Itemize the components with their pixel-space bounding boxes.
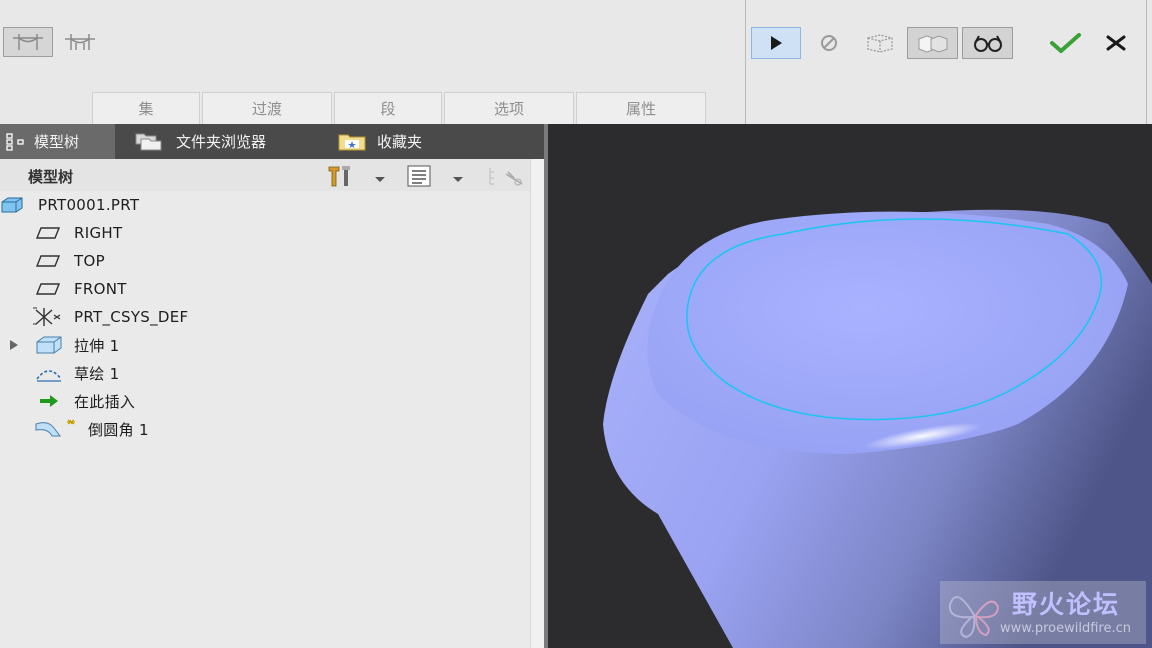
folders-icon	[132, 130, 168, 154]
play-icon	[771, 36, 782, 50]
tree-item-label: TOP	[74, 252, 105, 270]
tree-show-button[interactable]	[404, 163, 438, 189]
tab-favorites[interactable]: 收藏夹	[329, 124, 459, 159]
ribbon: 集 过渡 段 选项 属性	[0, 0, 1152, 124]
chain-rule-button[interactable]	[55, 27, 105, 57]
shaded-cubes-icon	[918, 35, 947, 53]
csys-icon	[32, 306, 64, 328]
tab-favorites-label: 收藏夹	[377, 133, 423, 151]
round-icon	[34, 418, 78, 440]
chain-sheet-icon	[13, 34, 43, 50]
tree-item-label: 在此插入	[74, 392, 136, 411]
tree-item-top[interactable]: TOP	[0, 247, 530, 275]
ribbon-left-group: 集 过渡 段 选项 属性	[0, 0, 745, 124]
datum-plane-icon	[35, 226, 61, 240]
part-icon	[0, 196, 24, 214]
tree-item-round[interactable]: 倒圆角 1	[0, 415, 530, 443]
tree-item-label: PRT_CSYS_DEF	[74, 308, 189, 326]
tree-filter-button[interactable]	[486, 163, 526, 189]
tree-item-label: 草绘 1	[74, 364, 120, 383]
chain-sheet-button[interactable]	[3, 27, 53, 57]
tab-folder-browser[interactable]: 文件夹浏览器	[126, 124, 320, 159]
navigator-tabs: 模型树 文件夹浏览器 收藏夹	[0, 124, 546, 159]
tree-settings-dropdown[interactable]	[374, 172, 386, 188]
wireframe-cube-icon	[867, 34, 893, 53]
butterfly-logo-icon	[948, 596, 1000, 639]
close-icon	[1106, 35, 1126, 51]
model-tree-panel: 模型树 PRT0001.PRT RIGHT TOP FRONT PRT_CSYS…	[0, 159, 544, 648]
chain-rule-icon	[65, 34, 95, 50]
chevron-down-icon	[375, 177, 385, 182]
preview-geometry-button[interactable]	[857, 27, 903, 59]
no-preview-icon	[821, 35, 837, 51]
model-tree-icon	[6, 132, 26, 151]
tree-item-insert-here[interactable]: 在此插入	[0, 387, 530, 415]
tree-item-label: 倒圆角 1	[88, 420, 149, 439]
tree-scrollbar[interactable]	[530, 159, 544, 648]
tab-model-tree-label: 模型树	[34, 133, 80, 151]
tree-item-front[interactable]: FRONT	[0, 275, 530, 303]
tree-header: 模型树	[0, 159, 530, 191]
preview-shaded-button[interactable]	[907, 27, 958, 59]
tree-item-part[interactable]: PRT0001.PRT	[0, 191, 530, 219]
list-document-icon	[407, 165, 431, 187]
ok-button[interactable]	[1042, 27, 1088, 59]
verify-mode-button[interactable]	[962, 27, 1013, 59]
ribbon-edge	[1146, 0, 1147, 124]
ribbon-divider	[745, 0, 746, 124]
tree-settings-button[interactable]	[326, 163, 360, 189]
tab-transitions[interactable]: 过渡	[202, 92, 332, 124]
insert-here-arrow-icon	[38, 393, 60, 409]
sketch-icon	[34, 363, 64, 383]
checkmark-icon	[1050, 33, 1081, 53]
cancel-button[interactable]	[1094, 27, 1138, 59]
tree-item-sketch[interactable]: 草绘 1	[0, 359, 530, 387]
extrude-icon	[34, 334, 64, 356]
tab-properties[interactable]: 属性	[576, 92, 706, 124]
datum-plane-icon	[35, 254, 61, 268]
model-geometry	[603, 209, 1152, 648]
ribbon-subtabs: 集 过渡 段 选项 属性	[92, 92, 708, 124]
pause-button[interactable]	[808, 27, 850, 59]
tab-folder-browser-label: 文件夹浏览器	[176, 133, 267, 151]
tools-icon	[328, 166, 350, 187]
glasses-icon	[973, 35, 1002, 52]
tree-title: 模型树	[28, 168, 74, 186]
tree-item-label: RIGHT	[74, 224, 123, 242]
tree-item-label: FRONT	[74, 280, 127, 298]
tree-item-csys[interactable]: PRT_CSYS_DEF	[0, 303, 530, 331]
tree-filter-icon	[489, 168, 523, 186]
tree-item-extrude[interactable]: 拉伸 1	[0, 331, 530, 359]
watermark: 野火论坛 www.proewildfire.cn	[940, 581, 1146, 644]
expand-arrow-icon[interactable]	[8, 339, 20, 351]
resume-feature-button[interactable]	[751, 27, 801, 59]
tree-item-label: PRT0001.PRT	[38, 196, 140, 214]
tab-options[interactable]: 选项	[444, 92, 574, 124]
tab-sets[interactable]: 集	[92, 92, 200, 124]
model-tree: PRT0001.PRT RIGHT TOP FRONT PRT_CSYS_DEF…	[0, 191, 530, 648]
graphics-viewport[interactable]	[548, 124, 1152, 648]
tab-pieces[interactable]: 段	[334, 92, 442, 124]
tab-model-tree[interactable]: 模型树	[0, 124, 115, 159]
watermark-title: 野火论坛	[1012, 590, 1121, 619]
chevron-down-icon	[453, 177, 463, 182]
tree-show-dropdown[interactable]	[452, 172, 464, 188]
tree-item-right[interactable]: RIGHT	[0, 219, 530, 247]
favorites-icon	[335, 131, 369, 153]
datum-plane-icon	[35, 282, 61, 296]
watermark-url: www.proewildfire.cn	[1000, 621, 1131, 636]
tree-item-label: 拉伸 1	[74, 336, 120, 355]
